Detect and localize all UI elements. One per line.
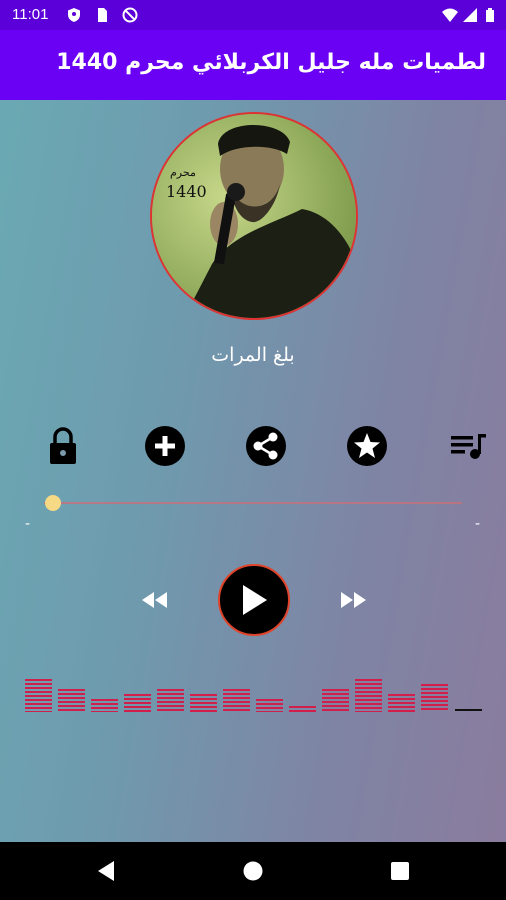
add-button[interactable]	[143, 424, 187, 468]
add-icon	[145, 426, 185, 466]
rewind-icon	[142, 592, 167, 608]
album-art-caption-1: محرم	[170, 166, 196, 179]
time-elapsed: -	[25, 516, 31, 532]
visualizer-bar	[190, 694, 217, 712]
visualizer-bar	[256, 699, 283, 712]
share-icon	[246, 426, 286, 466]
player-screen: محرم 1440 بلغ المرات - -	[0, 100, 506, 842]
play-button[interactable]	[218, 564, 290, 636]
visualizer-bar	[223, 689, 250, 712]
visualizer-bar	[421, 684, 448, 712]
status-bar: 11:01	[0, 0, 506, 30]
track-name: بلغ المرات	[211, 344, 295, 366]
visualizer-bar	[388, 694, 415, 712]
playlist-button[interactable]	[447, 424, 491, 468]
visualizer-bar	[157, 689, 184, 712]
visualizer-bar	[58, 689, 85, 712]
seek-thumb[interactable]	[45, 495, 61, 511]
album-art: محرم 1440	[150, 112, 358, 320]
audio-visualizer	[0, 670, 506, 730]
battery-icon	[486, 8, 494, 22]
rewind-button[interactable]	[139, 588, 169, 612]
home-button[interactable]	[241, 859, 265, 883]
time-total: -	[475, 516, 481, 532]
back-button[interactable]	[94, 859, 118, 883]
home-icon	[243, 861, 263, 881]
visualizer-bar	[355, 679, 382, 712]
fast-forward-button[interactable]	[339, 588, 369, 612]
recents-button[interactable]	[388, 859, 412, 883]
fast-forward-icon	[341, 592, 366, 608]
seek-bar[interactable]	[44, 502, 462, 504]
signal-icon	[463, 8, 477, 22]
visualizer-bar	[322, 689, 349, 712]
favorite-button[interactable]	[345, 424, 389, 468]
sim-card-icon	[98, 8, 107, 22]
app-title: لطميات مله جليل الكربلائي محرم 1440	[56, 50, 486, 75]
lock-icon	[50, 427, 76, 464]
visualizer-bar	[289, 706, 316, 712]
wifi-icon	[442, 8, 458, 22]
app-bar: لطميات مله جليل الكربلائي محرم 1440	[0, 30, 506, 100]
visualizer-bar	[124, 694, 151, 712]
play-icon	[243, 585, 267, 615]
shield-icon	[68, 8, 80, 22]
visualizer-bar	[25, 679, 52, 712]
navigation-bar	[0, 842, 506, 900]
back-icon	[98, 861, 114, 881]
album-art-caption-2: 1440	[166, 182, 207, 201]
star-icon	[347, 426, 387, 466]
recents-icon	[391, 862, 409, 880]
do-not-disturb-icon	[122, 7, 138, 23]
lock-button[interactable]	[41, 424, 85, 468]
visualizer-baseline	[455, 709, 482, 711]
playlist-icon	[451, 434, 486, 459]
album-art-image	[152, 114, 356, 318]
status-time: 11:01	[12, 6, 49, 23]
share-button[interactable]	[244, 424, 288, 468]
visualizer-bar	[91, 699, 118, 712]
